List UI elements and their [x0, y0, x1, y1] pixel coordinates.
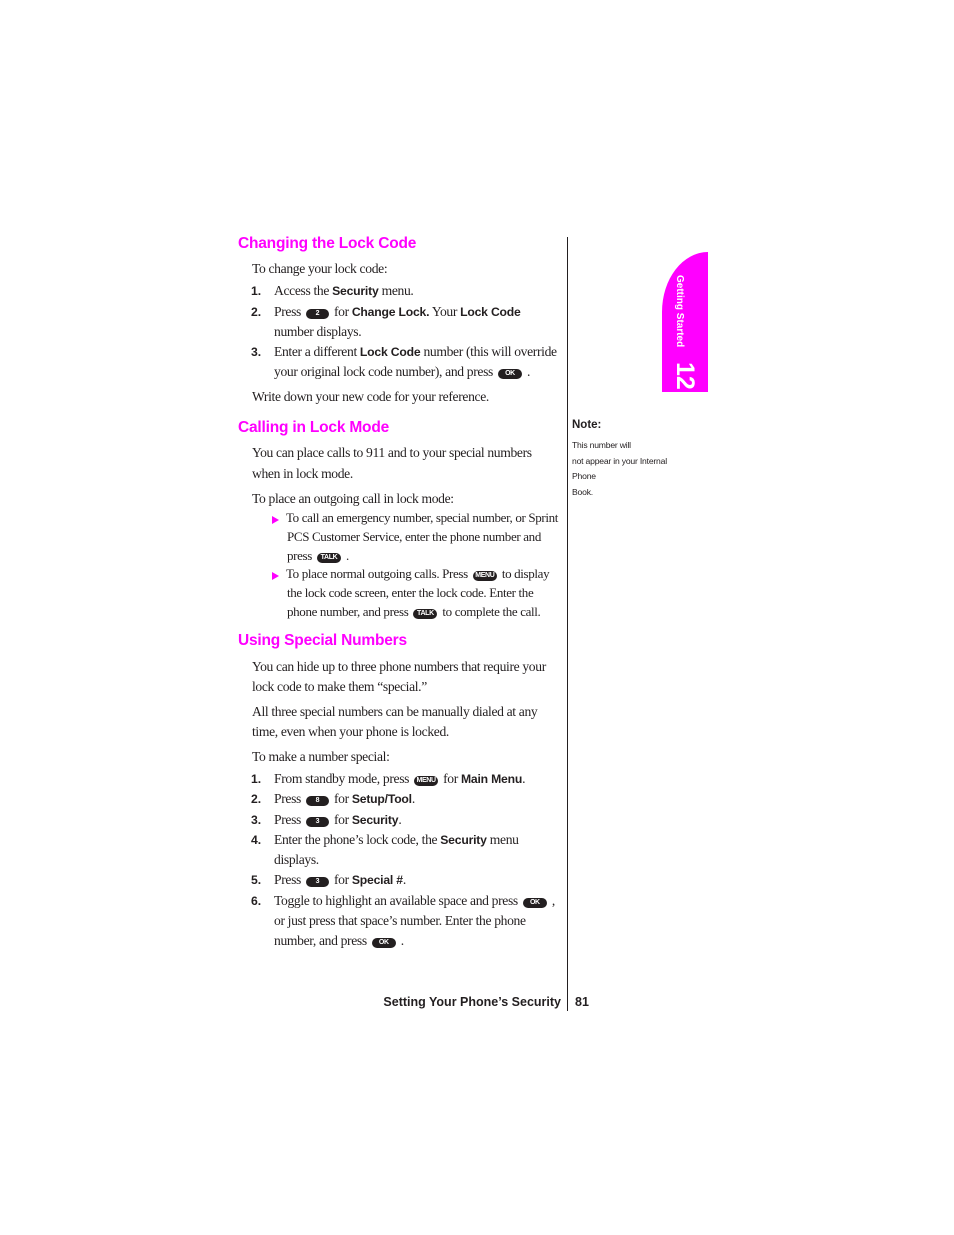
page-number: 81 [575, 995, 589, 1009]
calling-para2: To place an outgoing call in lock mode: [252, 491, 454, 506]
bullet-text: To place normal outgoing calls. Press MEN… [286, 566, 550, 581]
key-ok-icon: OK [371, 938, 396, 948]
key-talk-icon: TALK [316, 553, 341, 563]
step-text: Press 2 for Change Lock. Your Lock Code [274, 304, 521, 319]
chapter-tab-number: 12 [671, 362, 699, 390]
special-para: You can hide up to three phone numbers t… [252, 659, 546, 674]
step-text-cont: number displays. [274, 324, 362, 339]
special-para2: All three special numbers can be manuall… [252, 704, 538, 719]
changing-intro: To change your lock code: [252, 261, 388, 276]
chapter-tab-label: Getting Started [674, 275, 685, 348]
bullet-arrow-icon [272, 516, 279, 524]
key-ok-icon: OK [522, 898, 547, 908]
special-para2-cont: time, even when your phone is locked. [252, 724, 449, 739]
note-line: Book. [572, 487, 593, 497]
column-divider [567, 237, 568, 1011]
note-line: Phone [572, 471, 596, 481]
step-text: Press 3 for Special #. [274, 872, 406, 887]
key-menu-icon: MENU [472, 571, 497, 581]
step-text: Enter the phone’s lock code, the Securit… [274, 832, 519, 847]
key-talk-icon: TALK [413, 609, 438, 619]
step-text-cont: displays. [274, 852, 319, 867]
footer-section-title: Setting Your Phone’s Security [383, 995, 561, 1009]
step-text: Toggle to highlight an available space a… [274, 893, 555, 908]
step-number: 1. [251, 772, 262, 786]
changing-outro: Write down your new code for your refere… [252, 389, 489, 404]
bullet-text-cont: press TALK. [287, 548, 349, 563]
step-text: Access the Security menu. [274, 283, 414, 298]
bullet-arrow-icon [272, 572, 279, 580]
step-text: Press 8 for Setup/Tool. [274, 791, 415, 806]
step-text-cont: or just press that space’s number. Enter… [274, 913, 526, 928]
note-line: not appear in your Internal [572, 456, 667, 466]
step-number: 2. [251, 792, 262, 806]
step-text: Press 3 for Security. [274, 812, 402, 827]
bullet-text-cont: PCS Customer Service, enter the phone nu… [287, 529, 541, 544]
step-text-cont: your original lock code number), and pre… [274, 364, 531, 379]
bullet-text-cont: phone number, and press TALK to complete t… [287, 604, 541, 619]
heading-calling-lock-mode: Calling in Lock Mode [238, 419, 390, 436]
bullet-text-cont: the lock code screen, enter the lock cod… [287, 585, 534, 600]
step-text: From standby mode, press MENU for Main Men… [274, 771, 526, 786]
calling-para: You can place calls to 911 and to your s… [252, 445, 532, 460]
step-number: 5. [251, 873, 262, 887]
step-text: Enter a different Lock Code number (this… [274, 344, 557, 359]
heading-changing-lock-code: Changing the Lock Code [238, 235, 417, 252]
step-number: 3. [251, 345, 262, 359]
step-text-cont: number, and press OK. [274, 933, 404, 948]
step-number: 3. [251, 813, 262, 827]
key-ok-icon: OK [497, 369, 522, 379]
calling-para-cont: when in lock mode. [252, 466, 353, 481]
key-3-icon: 3 [305, 877, 329, 887]
bullet-text: To call an emergency number, special num… [286, 510, 559, 525]
special-para3: To make a number special: [252, 749, 390, 764]
step-number: 4. [251, 833, 262, 847]
step-number: 2. [251, 305, 262, 319]
special-para-cont: lock code to make them “special.” [252, 679, 427, 694]
key-menu-icon: MENU [414, 776, 439, 786]
note-line: This number will [572, 440, 631, 450]
key-2-icon: 2 [305, 309, 329, 319]
key-3-icon: 3 [305, 817, 329, 827]
key-8-icon: 8 [305, 796, 329, 806]
note-title: Note: [572, 419, 602, 431]
heading-using-special-numbers: Using Special Numbers [238, 632, 407, 649]
step-number: 6. [251, 894, 262, 908]
step-number: 1. [251, 284, 262, 298]
